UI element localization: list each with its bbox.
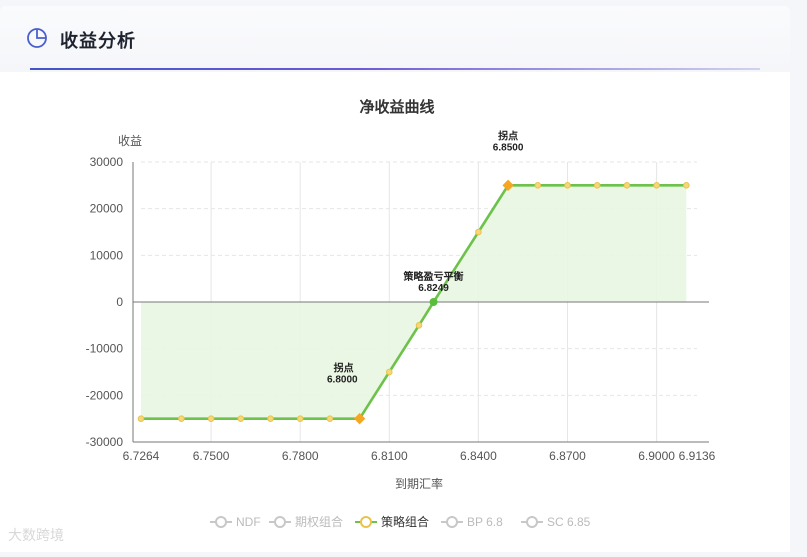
x-tick-label: 6.8700: [549, 449, 586, 463]
data-point: [653, 182, 660, 189]
legend-item[interactable]: 期权组合: [269, 514, 343, 529]
annotation-label: 拐点: [498, 129, 518, 142]
legend-marker: [360, 516, 372, 528]
data-point: [623, 182, 631, 189]
annotation-value: 6.8249: [418, 283, 449, 294]
chart-svg: 净收益曲线 收益 到期汇率 30000 20000 10000 0 -10000 -200…: [86, 98, 716, 529]
data-point: [534, 182, 542, 189]
y-tick-label: 10000: [90, 248, 124, 262]
annotation-value: 6.8000: [327, 375, 358, 386]
legend-marker: [215, 516, 227, 528]
data-point: [385, 368, 393, 376]
data-point: [137, 415, 145, 422]
legend-item[interactable]: NDF: [210, 515, 261, 529]
annotation-value: 6.8500: [493, 142, 524, 153]
y-axis-label: 收益: [118, 134, 142, 148]
x-tick-label: 6.8100: [371, 449, 408, 463]
net-profit-chart: 净收益曲线 收益 到期汇率 30000 20000 10000 0 -10000 -200…: [0, 0, 807, 557]
legend[interactable]: NDF 期权组合 策略组合 BP 6.8 SC 6.85: [210, 514, 591, 529]
legend-label: 策略组合: [381, 514, 429, 529]
y-tick-label: -30000: [86, 435, 124, 449]
legend-marker: [274, 516, 286, 528]
legend-label: NDF: [236, 515, 261, 529]
legend-item[interactable]: SC 6.85: [521, 515, 591, 529]
y-tick-label: 30000: [90, 155, 124, 169]
x-tick-label: 6.7800: [282, 449, 319, 463]
data-point: [326, 415, 334, 422]
annotation-label: 拐点: [334, 362, 354, 375]
y-tick-label: -10000: [86, 342, 124, 356]
x-tick-label: 6.7264: [123, 449, 160, 463]
data-point: [207, 415, 215, 422]
data-point: [296, 415, 304, 422]
legend-item[interactable]: 策略组合: [355, 514, 429, 529]
data-point: [237, 415, 245, 422]
breakeven-marker: [429, 298, 438, 306]
data-point: [415, 322, 423, 329]
watermark-text: 大数跨境: [8, 527, 64, 543]
legend-label: BP 6.8: [467, 515, 503, 529]
annotation-label: 策略盈亏平衡: [404, 270, 464, 283]
x-tick-label: 6.7500: [193, 449, 230, 463]
data-point: [683, 182, 690, 189]
legend-item[interactable]: BP 6.8: [441, 515, 503, 529]
y-tick-label: -20000: [86, 388, 124, 402]
x-tick-label: 6.8400: [460, 449, 497, 463]
data-point: [593, 182, 601, 189]
data-point: [564, 182, 571, 189]
data-point: [267, 415, 274, 422]
data-point: [178, 415, 185, 422]
data-point: [475, 228, 482, 236]
y-tick-label: 20000: [90, 202, 124, 216]
legend-label: SC 6.85: [547, 515, 591, 529]
x-tick-label: 6.9000: [638, 449, 675, 463]
y-tick-label: 0: [116, 295, 123, 309]
legend-marker: [526, 516, 538, 528]
x-axis-label: 到期汇率: [395, 476, 443, 491]
x-tick-label: 6.9136: [679, 449, 716, 463]
legend-label: 期权组合: [295, 514, 343, 529]
chart-title: 净收益曲线: [359, 98, 434, 116]
legend-marker: [446, 516, 458, 528]
